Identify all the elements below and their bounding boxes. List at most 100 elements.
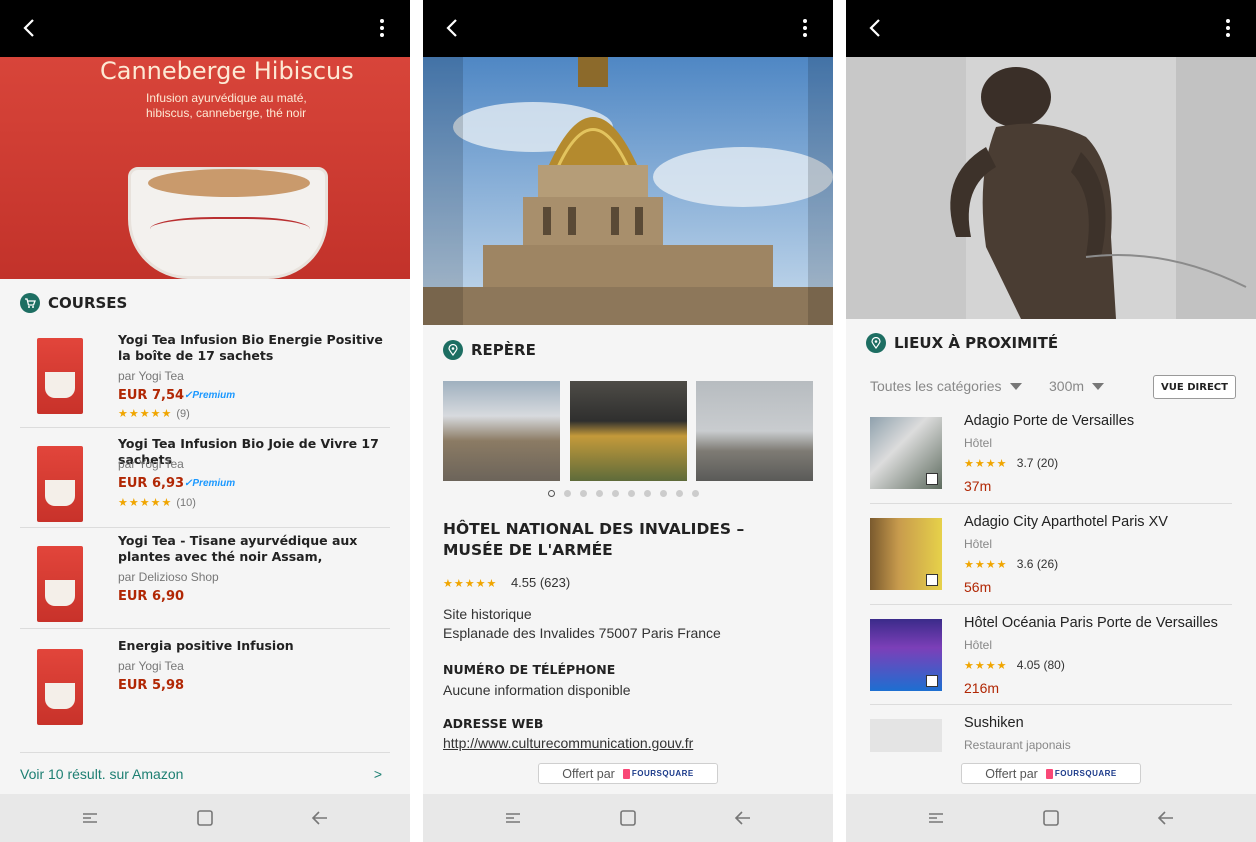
page-dot — [660, 490, 667, 497]
system-nav-bar — [0, 794, 410, 842]
statue-image — [846, 57, 1256, 319]
product-seller: par Delizioso Shop — [118, 570, 219, 584]
stars-icon: ★★★★ — [964, 458, 1008, 470]
rating-value: 4.05 (80) — [1016, 658, 1065, 672]
top-bar — [0, 0, 410, 57]
back-icon[interactable] — [1156, 808, 1176, 828]
nearby-place-item[interactable]: Adagio Porte de Versailles Hôtel ★★★★ 3.… — [870, 404, 1232, 504]
product-seller: par Yogi Tea — [118, 457, 184, 471]
place-thumbnail — [870, 518, 942, 590]
place-thumbnail-placeholder — [870, 719, 942, 752]
location-pin-icon — [866, 333, 886, 353]
prime-label: Premium — [192, 478, 236, 489]
place-category: Site historique — [443, 606, 532, 622]
foursquare-attribution: Offert par FOURSQUARE — [538, 763, 718, 784]
website-link[interactable]: http://www.culturecommunication.gouv.fr — [443, 735, 693, 751]
category-filter-dropdown[interactable]: Toutes les catégories — [870, 378, 1022, 394]
top-bar — [846, 0, 1256, 57]
back-icon[interactable] — [310, 808, 330, 828]
back-arrow-icon[interactable] — [441, 14, 465, 42]
product-thumbnail — [37, 546, 83, 622]
product-name: Energia positive Infusion — [118, 638, 294, 653]
prime-badge: ✓Premium — [184, 390, 236, 401]
product-item[interactable]: Energia positive Infusion par Yogi Tea E… — [20, 629, 390, 753]
product-thumbnail — [37, 338, 83, 414]
phone-value: Aucune information disponible — [443, 682, 631, 698]
carousel-pagination — [548, 490, 699, 497]
place-type: Hôtel — [964, 638, 993, 652]
stars-icon: ★★★★ — [964, 660, 1008, 672]
phone-label: NUMÉRO DE TÉLÉPHONE — [443, 662, 616, 677]
place-name: Adagio City Aparthotel Paris XV — [964, 514, 1168, 530]
place-rating: ★★★★★ 4.55 (623) — [443, 575, 570, 590]
recent-apps-icon[interactable] — [80, 808, 100, 828]
rating-value: 3.6 (26) — [1016, 557, 1059, 571]
rating-value: 4.55 (623) — [510, 575, 571, 590]
section-header-landmark: REPÈRE — [443, 340, 536, 360]
page-dot — [580, 490, 587, 497]
place-name: Hôtel Océania Paris Porte de Versailles — [964, 615, 1218, 631]
more-options-icon[interactable] — [1218, 14, 1238, 42]
system-nav-bar — [846, 794, 1256, 842]
shopping-cart-icon — [20, 293, 40, 313]
camera-preview-invalides — [423, 57, 833, 325]
product-name: Yogi Tea - Tisane ayurvédique aux plante… — [118, 533, 388, 565]
page-dot — [644, 490, 651, 497]
page-dot-active — [548, 490, 555, 497]
product-item[interactable]: Yogi Tea Infusion Bio Joie de Vivre 17 s… — [20, 428, 390, 528]
product-item[interactable]: Yogi Tea - Tisane ayurvédique aux plante… — [20, 528, 390, 629]
prime-label: Premium — [192, 390, 236, 401]
recent-apps-icon[interactable] — [503, 808, 523, 828]
distance-filter-dropdown[interactable]: 300m — [1049, 378, 1105, 394]
phone-screen-landmark: REPÈRE HÔTEL NATIONAL DES INVALIDES – MU… — [423, 0, 833, 842]
tea-cup-pattern — [150, 217, 310, 247]
invalides-dome-image — [423, 57, 833, 325]
place-type: Restaurant japonais — [964, 738, 1071, 752]
foursquare-name: FOURSQUARE — [1054, 769, 1117, 778]
product-price: EUR 5,98 — [118, 678, 185, 693]
product-price: EUR 6,93 — [118, 476, 185, 491]
home-icon[interactable] — [195, 808, 215, 828]
hotel-icon — [926, 473, 938, 485]
see-all-amazon-link[interactable]: Voir 10 résult. sur Amazon > — [20, 766, 382, 782]
nearby-place-item[interactable]: Adagio City Aparthotel Paris XV Hôtel ★★… — [870, 504, 1232, 605]
place-distance: 216m — [964, 680, 1000, 696]
place-distance: 37m — [964, 478, 992, 494]
chevron-right-icon: > — [373, 766, 382, 782]
place-type: Hôtel — [964, 537, 993, 551]
page-dot — [596, 490, 603, 497]
distance-filter-value: 300m — [1049, 378, 1085, 394]
page-dot — [628, 490, 635, 497]
carousel-photo-3[interactable] — [696, 381, 813, 481]
recent-apps-icon[interactable] — [926, 808, 946, 828]
place-thumbnail — [870, 619, 942, 691]
back-icon[interactable] — [733, 808, 753, 828]
hero-title: Canneberge Hibiscus — [100, 57, 354, 85]
product-item[interactable]: Yogi Tea Infusion Bio Energie Positive l… — [20, 322, 390, 428]
home-icon[interactable] — [618, 808, 638, 828]
photo-carousel[interactable] — [443, 381, 813, 481]
foursquare-logo: FOURSQUARE — [1045, 768, 1117, 779]
hero-subtitle: Infusion ayurvédique au maté, hibiscus, … — [146, 91, 307, 120]
product-thumbnail — [37, 446, 83, 522]
section-header-shopping: COURSES — [20, 293, 127, 313]
product-rating: ★★★★★ (9) — [118, 407, 190, 420]
nearby-place-item[interactable]: Hôtel Océania Paris Porte de Versailles … — [870, 605, 1232, 705]
more-options-icon[interactable] — [372, 14, 392, 42]
offered-by-label: Offert par — [985, 766, 1038, 781]
back-arrow-icon[interactable] — [18, 14, 42, 42]
more-options-icon[interactable] — [795, 14, 815, 42]
section-title: LIEUX À PROXIMITÉ — [894, 334, 1059, 352]
hotel-icon — [926, 675, 938, 687]
hotel-icon — [926, 574, 938, 586]
foursquare-name: FOURSQUARE — [631, 769, 694, 778]
carousel-photo-1[interactable] — [443, 381, 560, 481]
home-icon[interactable] — [1041, 808, 1061, 828]
camera-preview-tea-box: Canneberge Hibiscus Infusion ayurvédique… — [0, 57, 410, 279]
carousel-photo-2[interactable] — [570, 381, 687, 481]
product-price: EUR 6,90 — [118, 589, 185, 604]
live-view-button[interactable]: VUE DIRECT — [1153, 375, 1236, 399]
location-pin-icon — [443, 340, 463, 360]
back-arrow-icon[interactable] — [864, 14, 888, 42]
nearby-place-item[interactable]: Sushiken Restaurant japonais — [870, 705, 1232, 752]
